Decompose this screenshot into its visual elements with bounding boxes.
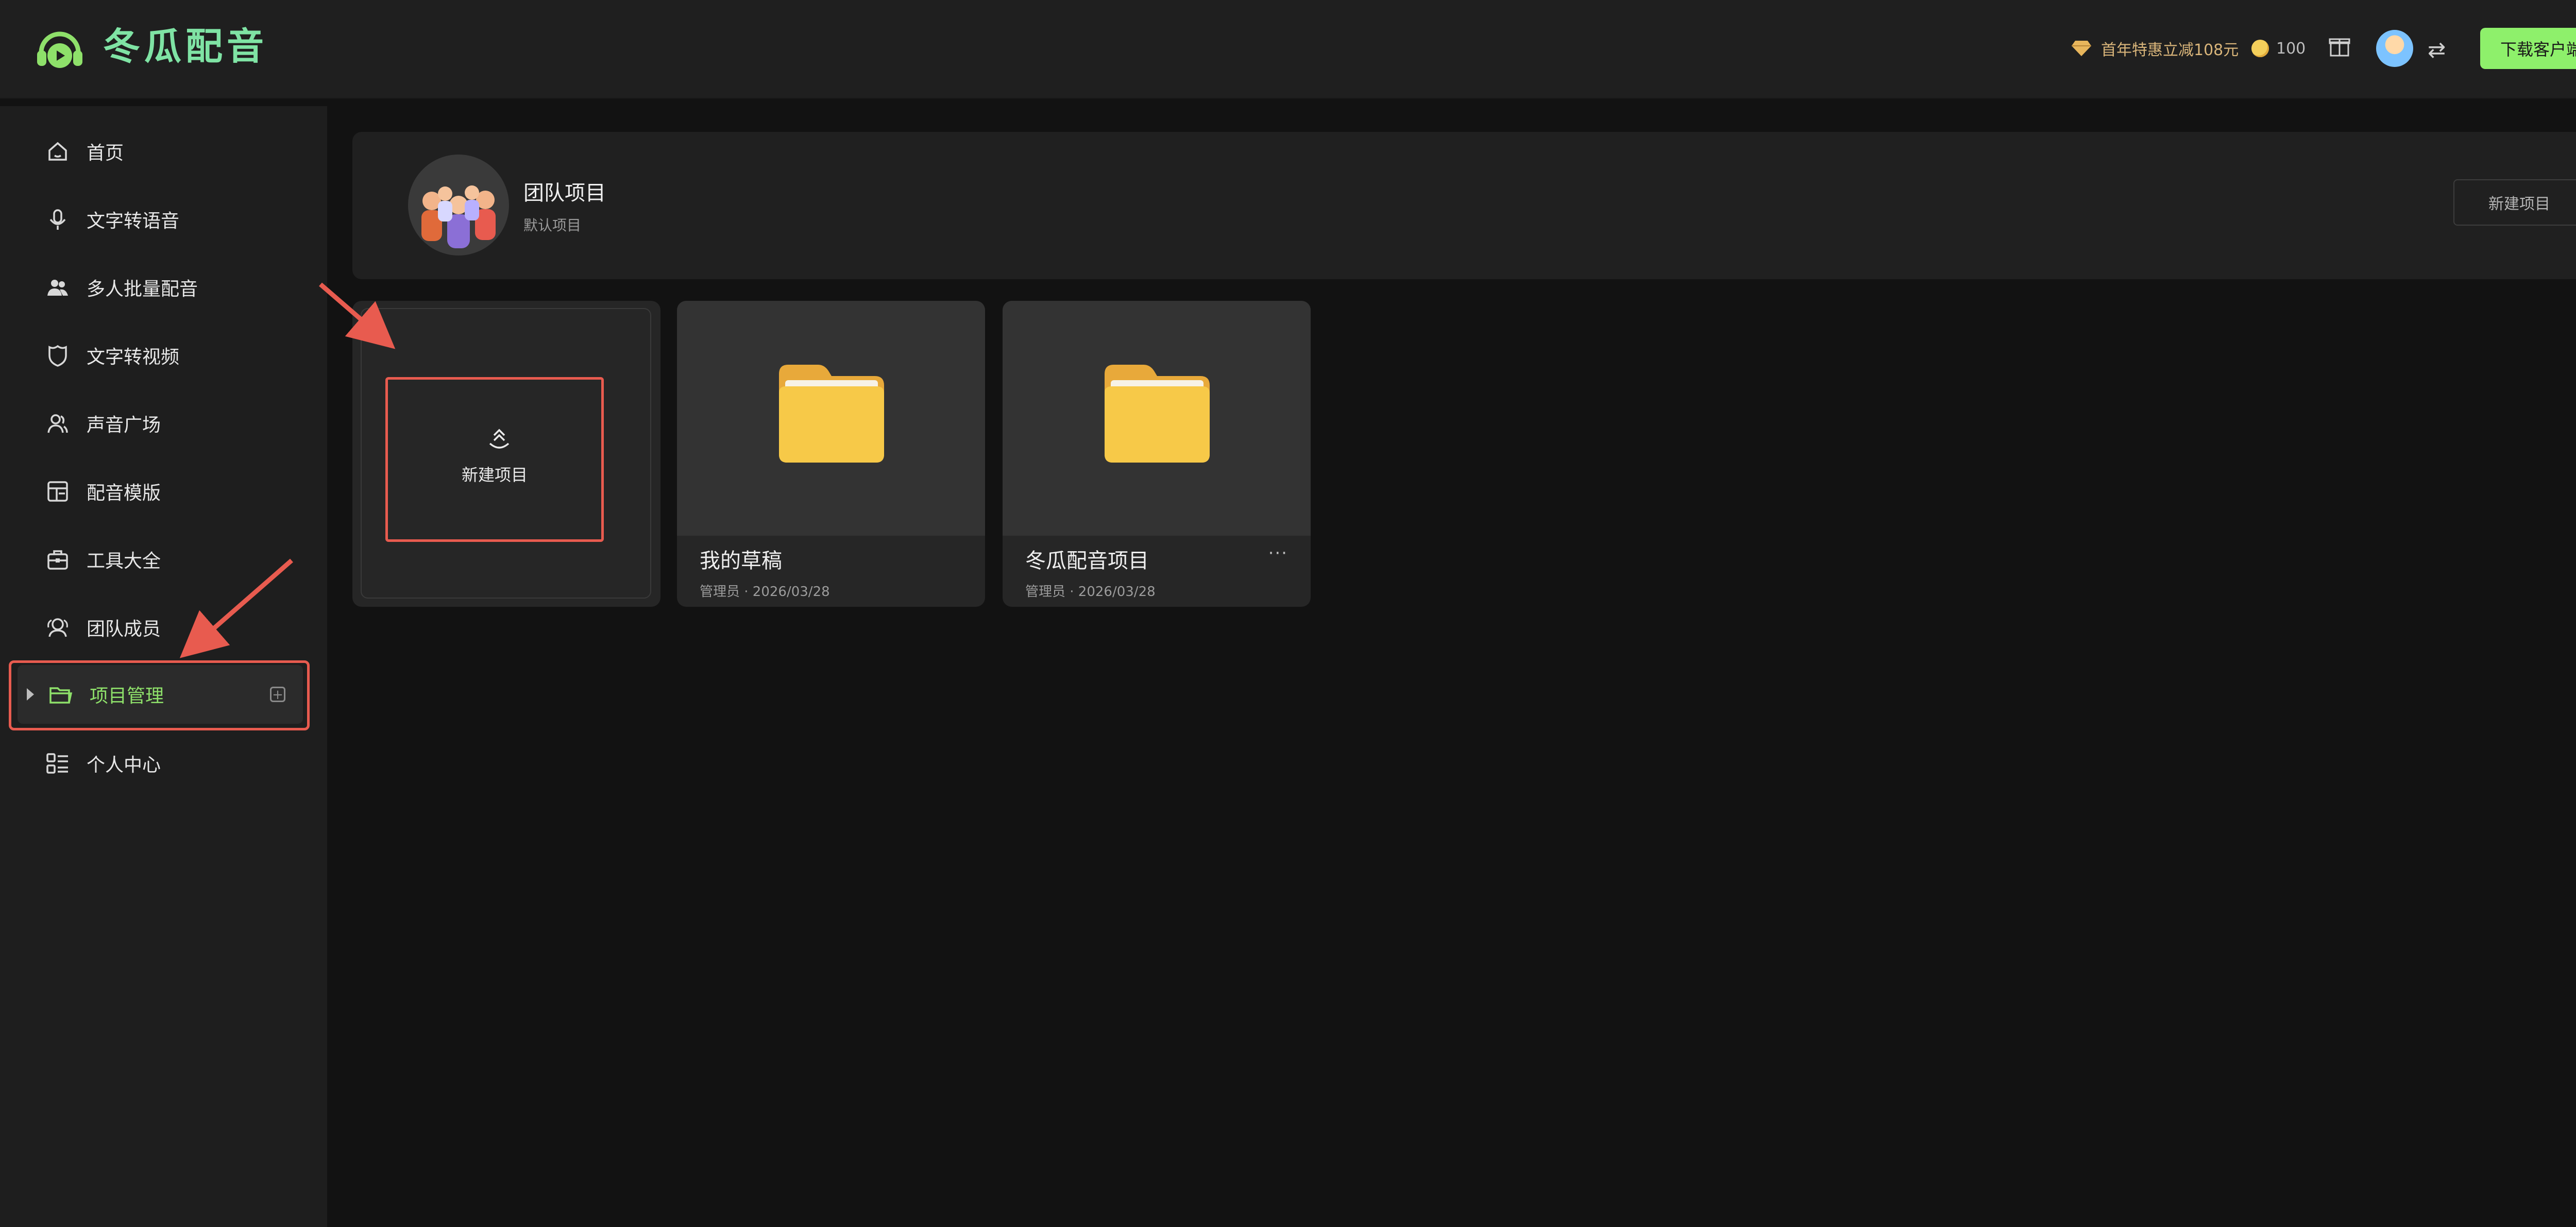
brand-name[interactable]: 冬瓜配音 [103,21,268,72]
sidebar-item-dubbing-template[interactable]: 配音模版 [0,466,327,517]
sidebar-item-label: 声音广场 [87,415,161,436]
team-illustration-icon [421,185,496,248]
annotation-highlight-box [9,660,310,730]
home-icon [48,142,67,161]
sidebar-item-label: 团队成员 [87,619,161,640]
sidebar-item-label: 文字转视频 [87,347,180,368]
sidebar-item-personal-center[interactable]: 个人中心 [0,738,327,789]
more-options-icon[interactable]: ··· [1268,543,1288,564]
profile-list-icon [46,753,68,774]
people-icon [47,414,68,433]
switch-account-icon[interactable]: ⇄ [2428,37,2446,62]
sidebar-item-text-to-video[interactable]: 文字转视频 [0,330,327,381]
card-meta: 管理员 · 2026/03/28 [1025,584,1156,600]
template-icon [47,481,68,502]
microphone-icon [49,209,66,230]
card-thumbnail [677,301,985,536]
team-avatar [408,155,509,255]
sidebar-item-label: 配音模版 [87,483,161,504]
sidebar-item-label: 首页 [87,143,124,164]
new-project-label: 新建项目 [461,465,528,485]
promo-text: 首年特惠立减108元 [2101,41,2239,59]
coin-icon [2251,40,2269,57]
shield-icon [48,345,67,367]
users-icon [47,280,68,296]
sidebar-item-tools[interactable]: 工具大全 [0,534,327,585]
sidebar-item-home[interactable]: 首页 [0,126,327,177]
card-meta: 管理员 · 2026/03/28 [700,584,830,600]
diamond-icon [2072,41,2091,56]
sidebar-item-label: 工具大全 [87,551,161,572]
new-project-card[interactable]: 新建项目 [352,301,660,607]
project-card-dongua[interactable]: 冬瓜配音项目 管理员 · 2026/03/28 ··· [1003,301,1311,607]
sidebar-item-label: 多人批量配音 [87,279,198,300]
project-header: 团队项目 默认项目 新建项目 [352,132,2576,279]
team-icon [47,618,68,637]
sidebar-item-label: 文字转语音 [87,211,180,232]
promo-banner[interactable]: 首年特惠立减108元 [2071,35,2239,62]
project-card-drafts[interactable]: 我的草稿 管理员 · 2026/03/28 [677,301,985,607]
user-avatar[interactable] [2376,30,2413,67]
folder-icon [779,365,884,463]
card-title: 我的草稿 [700,549,782,573]
gift-icon[interactable] [2328,34,2351,58]
new-project-button[interactable]: 新建项目 [2453,179,2576,226]
download-client-button[interactable]: 下载客户端 [2480,28,2576,69]
sidebar-item-team-members[interactable]: 团队成员 [0,602,327,653]
top-bar: 冬瓜配音 首年特惠立减108元 100 ⇄ 下载客户端 [0,0,2576,99]
card-title: 冬瓜配音项目 [1025,549,1149,573]
sidebar-item-voice-square[interactable]: 声音广场 [0,398,327,449]
folder-icon [1105,365,1210,463]
coin-count: 100 [2276,39,2306,58]
new-project-target[interactable]: 新建项目 [385,377,604,542]
toolbox-icon [47,550,68,570]
sidebar-item-text-to-speech[interactable]: 文字转语音 [0,194,327,245]
card-thumbnail [1003,301,1311,536]
sidebar-item-label: 个人中心 [87,755,161,776]
project-title: 团队项目 [523,181,606,205]
upload-icon [489,429,510,449]
project-subtitle: 默认项目 [523,217,582,234]
headphones-logo-icon[interactable] [34,23,86,74]
coin-balance[interactable]: 100 [2251,35,2306,62]
sidebar-item-batch-dubbing[interactable]: 多人批量配音 [0,262,327,313]
